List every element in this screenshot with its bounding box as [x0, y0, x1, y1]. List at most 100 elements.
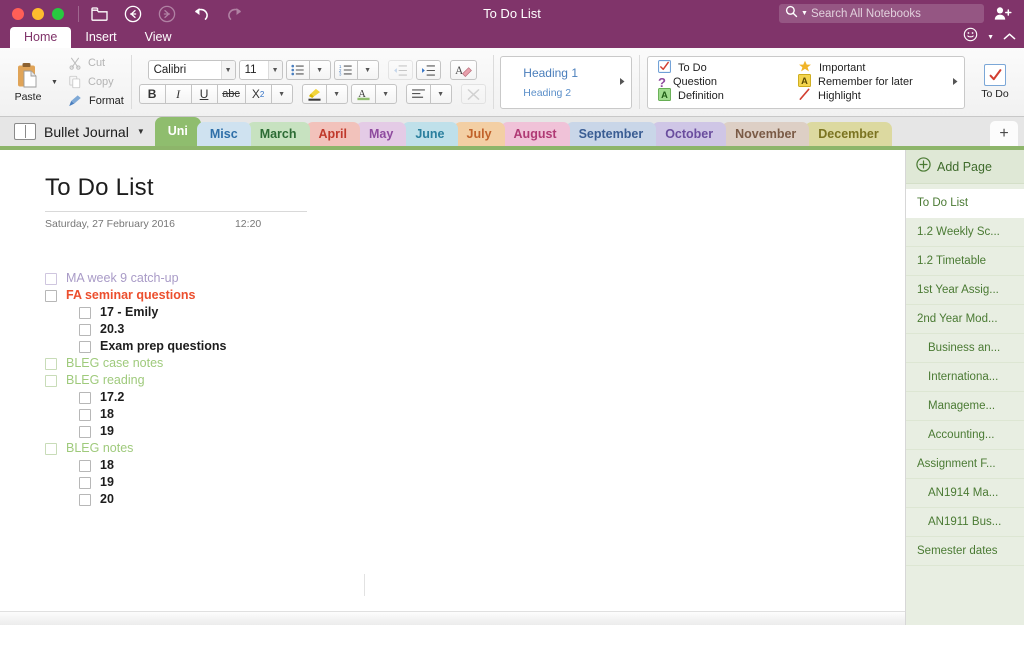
paste-dropdown-caret-icon[interactable]: ▼ [51, 79, 64, 86]
checkbox-empty-icon[interactable] [79, 459, 91, 472]
page-list-item[interactable]: To Do List [906, 189, 1024, 218]
to-do-item[interactable]: 20 [45, 491, 905, 508]
to-do-item[interactable]: 19 [45, 474, 905, 491]
font-size-caret-icon[interactable]: ▼ [267, 61, 282, 79]
to-do-item[interactable]: BLEG case notes [45, 355, 905, 372]
align-caret-icon[interactable]: ▼ [429, 84, 452, 104]
numbered-list-caret-icon[interactable]: ▼ [356, 60, 379, 80]
styles-gallery[interactable]: Heading 1 Heading 2 [500, 55, 633, 109]
to-do-item[interactable]: MA week 9 catch-up [45, 270, 905, 287]
back-icon[interactable] [123, 4, 143, 24]
section-tab-may[interactable]: May [356, 122, 407, 146]
font-family-combo[interactable]: Calibri ▼ [147, 60, 236, 80]
page-list-item[interactable]: Semester dates [906, 537, 1024, 566]
search-dropdown-caret-icon[interactable]: ▼ [801, 10, 808, 17]
highlight-caret-icon[interactable]: ▼ [325, 84, 348, 104]
increase-indent-button[interactable] [415, 60, 441, 80]
page-canvas[interactable]: To Do List Saturday, 27 February 2016 12… [0, 150, 906, 625]
chevron-down-icon[interactable]: ▼ [137, 127, 145, 136]
checkbox-empty-icon[interactable] [45, 272, 57, 285]
emoji-icon[interactable] [963, 27, 978, 47]
bullet-list-caret-icon[interactable]: ▼ [308, 60, 331, 80]
share-user-icon[interactable] [992, 4, 1014, 23]
section-tab-june[interactable]: June [402, 122, 458, 146]
to-do-item[interactable]: BLEG reading [45, 372, 905, 389]
checkbox-empty-icon[interactable] [45, 374, 57, 387]
tag-definition[interactable]: A Definition [658, 88, 798, 103]
underline-button[interactable]: U [190, 84, 217, 104]
clear-formatting-button[interactable]: A [449, 60, 477, 80]
checkbox-empty-icon[interactable] [79, 493, 91, 506]
search-box[interactable]: ▼ [779, 4, 984, 23]
font-color-caret-icon[interactable]: ▼ [374, 84, 397, 104]
to-do-item[interactable]: 17 - Emily [45, 304, 905, 321]
tag-question[interactable]: ? Question [658, 76, 798, 89]
section-tab-uni[interactable]: Uni [154, 117, 201, 146]
highlight-button[interactable] [301, 84, 326, 104]
styles-gallery-expand-icon[interactable] [619, 73, 626, 91]
subscript-caret-icon[interactable]: ▼ [270, 84, 293, 104]
checkbox-empty-icon[interactable] [45, 442, 57, 455]
page-title[interactable]: To Do List [45, 174, 905, 202]
paste-button[interactable]: Paste [5, 62, 51, 103]
checkbox-empty-icon[interactable] [79, 408, 91, 421]
add-section-button[interactable]: + [990, 121, 1018, 146]
to-do-item[interactable]: 20.3 [45, 321, 905, 338]
font-family-caret-icon[interactable]: ▼ [220, 61, 235, 79]
section-tab-october[interactable]: October [652, 122, 727, 146]
style-heading-2[interactable]: Heading 2 [523, 87, 631, 99]
to-do-item[interactable]: 18 [45, 457, 905, 474]
tag-highlight[interactable]: Highlight [798, 88, 913, 103]
bullet-list-button[interactable] [285, 60, 309, 80]
page-list-item[interactable]: 1.2 Timetable [906, 247, 1024, 276]
ribbon-tab-insert[interactable]: Insert [71, 27, 130, 48]
checkbox-empty-icon[interactable] [79, 425, 91, 438]
italic-button[interactable]: I [164, 84, 191, 104]
to-do-item[interactable]: Exam prep questions [45, 338, 905, 355]
strikethrough-button[interactable]: abc [216, 84, 245, 104]
page-list-item[interactable]: 2nd Year Mod... [906, 305, 1024, 334]
format-painter-button[interactable]: Format [68, 94, 124, 109]
add-page-button[interactable]: Add Page [906, 150, 1024, 184]
section-tab-april[interactable]: April [305, 122, 360, 146]
maximize-window-button[interactable] [52, 7, 64, 20]
page-list-item[interactable]: Internationa... [906, 363, 1024, 392]
section-tab-november[interactable]: November [722, 122, 810, 146]
page-list-item[interactable]: Manageme... [906, 392, 1024, 421]
page-list-item[interactable]: AN1914 Ma... [906, 479, 1024, 508]
tag-to-do[interactable]: To Do [658, 60, 798, 75]
folder-icon[interactable] [89, 4, 109, 24]
page-list-item[interactable]: Accounting... [906, 421, 1024, 450]
undo-icon[interactable] [191, 4, 211, 24]
checkbox-empty-icon[interactable] [45, 357, 57, 370]
checkbox-empty-icon[interactable] [45, 289, 57, 302]
page-list-item[interactable]: Assignment F... [906, 450, 1024, 479]
to-do-item[interactable]: 17.2 [45, 389, 905, 406]
section-tab-march[interactable]: March [246, 122, 310, 146]
checkbox-empty-icon[interactable] [79, 323, 91, 336]
bold-button[interactable]: B [138, 84, 165, 104]
page-list-item[interactable]: 1st Year Assig... [906, 276, 1024, 305]
style-heading-1[interactable]: Heading 1 [523, 66, 631, 80]
tags-gallery-expand-icon[interactable] [952, 73, 959, 91]
page-list-item[interactable]: AN1911 Bus... [906, 508, 1024, 537]
font-size-combo[interactable]: 11 ▼ [238, 60, 283, 80]
section-tab-september[interactable]: September [565, 122, 657, 146]
note-container-handle[interactable] [364, 574, 365, 596]
to-do-tag-button[interactable]: To Do [971, 64, 1019, 100]
close-window-button[interactable] [12, 7, 24, 20]
notebook-selector[interactable]: Bullet Journal ▼ [0, 123, 155, 146]
font-color-button[interactable]: A [350, 84, 375, 104]
checkbox-empty-icon[interactable] [79, 306, 91, 319]
horizontal-scrollbar[interactable] [0, 611, 905, 625]
to-do-item[interactable]: BLEG notes [45, 440, 905, 457]
collapse-ribbon-icon[interactable] [1003, 28, 1016, 46]
tags-gallery[interactable]: To Do ? Question A Definition Important … [647, 55, 965, 109]
page-list-item[interactable]: 1.2 Weekly Sc... [906, 218, 1024, 247]
tag-important[interactable]: Important [798, 60, 913, 75]
page-list-item[interactable]: Business an... [906, 334, 1024, 363]
search-input[interactable] [810, 7, 978, 20]
align-button[interactable] [405, 84, 430, 104]
section-tab-august[interactable]: August [500, 122, 570, 146]
subscript-button[interactable]: X2 [244, 84, 271, 104]
